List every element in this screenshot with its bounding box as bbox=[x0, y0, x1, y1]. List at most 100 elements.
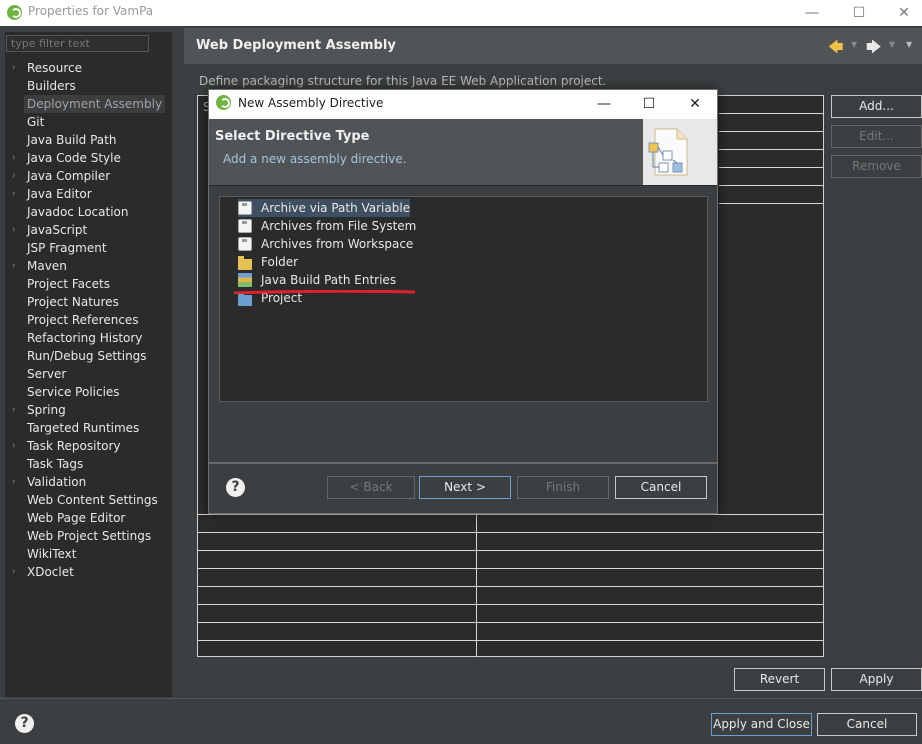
expand-chevron-icon[interactable]: › bbox=[12, 185, 20, 203]
spring-app-icon bbox=[7, 5, 22, 20]
page-title: Web Deployment Assembly bbox=[196, 38, 396, 53]
apply-button[interactable]: Apply bbox=[831, 668, 922, 691]
page-description: Define packaging structure for this Java… bbox=[199, 74, 607, 88]
sidebar-item[interactable]: Java Build Path bbox=[27, 131, 116, 149]
expand-chevron-icon[interactable]: › bbox=[12, 257, 20, 275]
jar-icon bbox=[238, 219, 252, 233]
table-row-line bbox=[719, 113, 823, 114]
sidebar-item[interactable]: Service Policies bbox=[27, 383, 120, 401]
sidebar-item[interactable]: Java Editor bbox=[27, 185, 92, 203]
dialog-close-button[interactable]: ✕ bbox=[682, 93, 708, 115]
sidebar-item[interactable]: Validation bbox=[27, 473, 86, 491]
expand-chevron-icon[interactable]: › bbox=[12, 473, 20, 491]
expand-chevron-icon[interactable]: › bbox=[12, 221, 20, 239]
next-button[interactable]: Next > bbox=[419, 476, 511, 499]
table-row-line bbox=[198, 550, 823, 551]
sidebar-item[interactable]: XDoclet bbox=[27, 563, 74, 581]
table-row-line bbox=[719, 131, 823, 132]
expand-chevron-icon[interactable]: › bbox=[12, 563, 20, 581]
table-row-line bbox=[198, 640, 823, 641]
sidebar-item[interactable]: Git bbox=[27, 113, 44, 131]
forward-dropdown-icon[interactable]: ▼ bbox=[889, 40, 895, 49]
jar-icon bbox=[238, 237, 252, 251]
window-title: Properties for VamPa bbox=[28, 4, 154, 18]
library-icon bbox=[238, 273, 252, 287]
spring-dialog-icon bbox=[216, 95, 231, 110]
add-button[interactable]: Add... bbox=[831, 95, 922, 118]
table-row-line bbox=[198, 532, 823, 533]
remove-button[interactable]: Remove bbox=[831, 155, 922, 178]
sidebar-item[interactable]: Project References bbox=[27, 311, 139, 329]
table-row-line bbox=[198, 514, 823, 515]
apply-and-close-button[interactable]: Apply and Close bbox=[711, 713, 812, 736]
folder-icon bbox=[238, 256, 252, 270]
directive-type-item[interactable]: Archives from Workspace bbox=[238, 235, 413, 253]
table-row-line bbox=[719, 185, 823, 186]
expand-chevron-icon[interactable]: › bbox=[12, 149, 20, 167]
sidebar-item[interactable]: WikiText bbox=[27, 545, 77, 563]
sidebar-item[interactable]: Project Natures bbox=[27, 293, 119, 311]
directive-type-item[interactable]: Archive via Path Variable bbox=[238, 199, 411, 217]
minimize-button[interactable]: — bbox=[798, 2, 826, 24]
sidebar-item[interactable]: Web Content Settings bbox=[27, 491, 158, 509]
finish-button[interactable]: Finish bbox=[517, 476, 609, 499]
sidebar-item[interactable]: Run/Debug Settings bbox=[27, 347, 147, 365]
back-button[interactable]: < Back bbox=[327, 476, 415, 499]
sidebar-item[interactable]: Refactoring History bbox=[27, 329, 142, 347]
expand-chevron-icon[interactable]: › bbox=[12, 437, 20, 455]
sidebar-item[interactable]: Resource bbox=[27, 59, 82, 77]
assembly-wizard-banner-icon bbox=[643, 119, 717, 185]
expand-chevron-icon[interactable]: › bbox=[12, 59, 20, 77]
directive-type-item[interactable]: Java Build Path Entries bbox=[238, 271, 396, 289]
edit-button[interactable]: Edit... bbox=[831, 125, 922, 148]
sidebar-item[interactable]: Targeted Runtimes bbox=[27, 419, 139, 437]
back-dropdown-icon[interactable]: ▼ bbox=[851, 40, 857, 49]
table-row-line bbox=[719, 149, 823, 150]
dialog-minimize-button[interactable]: — bbox=[591, 93, 617, 115]
sidebar-item[interactable]: Server bbox=[27, 365, 66, 383]
sidebar-item[interactable]: JavaScript bbox=[27, 221, 87, 239]
sidebar-item[interactable]: Web Page Editor bbox=[27, 509, 125, 527]
footer-divider bbox=[0, 698, 922, 699]
pane-splitter[interactable] bbox=[178, 28, 184, 698]
directive-type-label: Archives from Workspace bbox=[261, 237, 414, 251]
table-row-line bbox=[198, 604, 823, 605]
sidebar-item[interactable]: Java Code Style bbox=[27, 149, 121, 167]
close-window-button[interactable]: ✕ bbox=[890, 2, 918, 24]
table-row-line bbox=[198, 586, 823, 587]
sidebar-item[interactable]: Javadoc Location bbox=[27, 203, 128, 221]
cancel-button[interactable]: Cancel bbox=[817, 713, 917, 736]
dialog-help-icon[interactable]: ? bbox=[226, 478, 245, 497]
sidebar-item[interactable]: Builders bbox=[27, 77, 76, 95]
dialog-cancel-button[interactable]: Cancel bbox=[615, 476, 707, 499]
jar-icon bbox=[238, 201, 252, 215]
sidebar-item[interactable]: Java Compiler bbox=[27, 167, 110, 185]
sidebar-item[interactable]: Maven bbox=[27, 257, 67, 275]
sidebar-item[interactable]: Task Tags bbox=[27, 455, 83, 473]
back-arrow-icon[interactable]: 🡄 bbox=[828, 37, 844, 62]
help-icon[interactable]: ? bbox=[15, 714, 34, 733]
filter-input[interactable]: type filter text bbox=[6, 35, 149, 52]
sidebar-item[interactable]: Spring bbox=[27, 401, 66, 419]
sidebar-item[interactable]: JSP Fragment bbox=[27, 239, 107, 257]
forward-arrow-icon[interactable]: 🡆 bbox=[866, 37, 882, 62]
directive-type-item[interactable]: Archives from File System bbox=[238, 217, 416, 235]
annotation-underline bbox=[234, 290, 415, 294]
sidebar-item[interactable]: Project Facets bbox=[27, 275, 110, 293]
maximize-button[interactable]: ☐ bbox=[845, 2, 873, 24]
directive-type-label: Archive via Path Variable bbox=[261, 201, 411, 215]
directive-type-label: Folder bbox=[261, 255, 299, 269]
expand-chevron-icon[interactable]: › bbox=[12, 167, 20, 185]
sidebar-item[interactable]: Deployment Assembly bbox=[24, 95, 166, 113]
project-icon bbox=[238, 292, 252, 306]
table-row-line bbox=[719, 203, 823, 204]
directive-type-item[interactable]: Folder bbox=[238, 253, 298, 271]
directive-type-label: Archives from File System bbox=[261, 219, 417, 233]
sidebar-item[interactable]: Task Repository bbox=[27, 437, 121, 455]
sidebar-item[interactable]: Web Project Settings bbox=[27, 527, 151, 545]
revert-button[interactable]: Revert bbox=[734, 668, 825, 691]
dialog-maximize-button[interactable]: ☐ bbox=[636, 93, 662, 115]
dialog-title: New Assembly Directive bbox=[238, 96, 384, 110]
expand-chevron-icon[interactable]: › bbox=[12, 401, 20, 419]
view-menu-icon[interactable]: ▼ bbox=[906, 40, 912, 49]
